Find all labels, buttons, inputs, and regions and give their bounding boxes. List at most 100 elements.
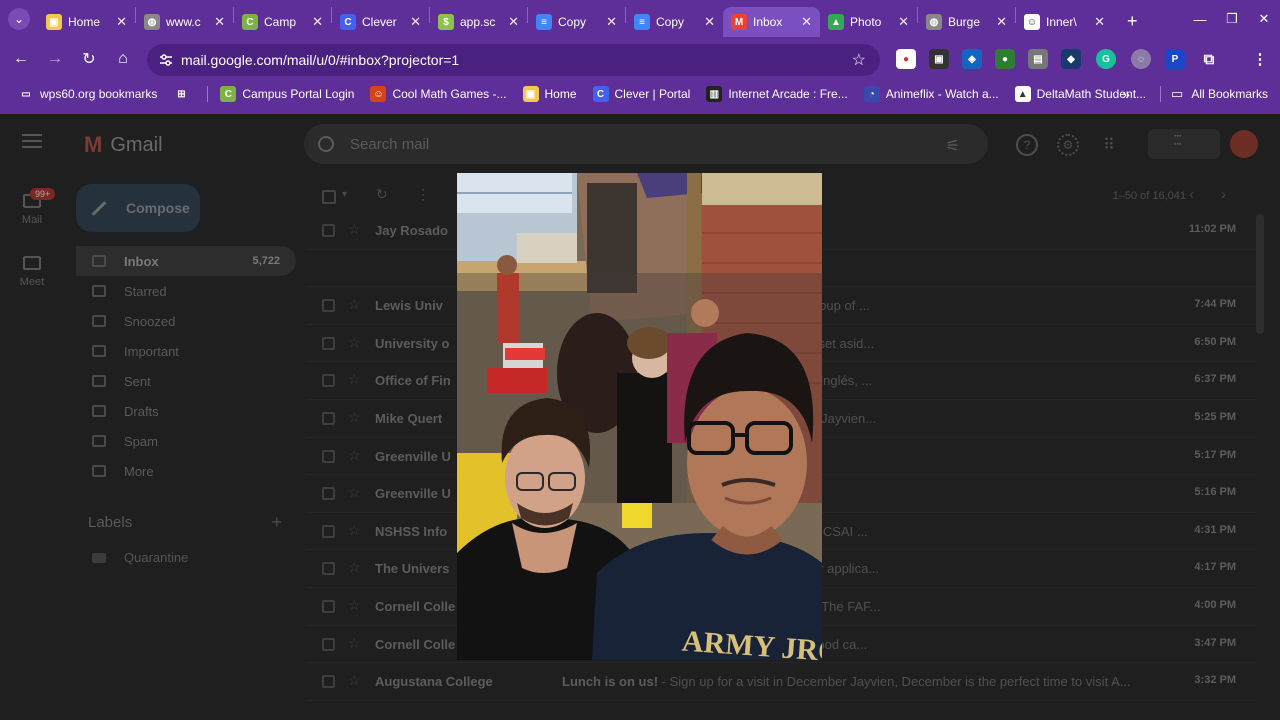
row-checkbox[interactable]: [322, 562, 335, 576]
tab-search-button[interactable]: ⌄: [8, 8, 30, 30]
row-checkbox[interactable]: [322, 299, 335, 313]
close-tab-icon[interactable]: ✕: [1094, 14, 1105, 30]
bookmark-7[interactable]: ◔ Animeflix - Watch a...: [856, 82, 1007, 106]
close-window-button[interactable]: ✕: [1248, 11, 1280, 27]
star-icon[interactable]: ☆: [348, 559, 361, 576]
star-icon[interactable]: ☆: [348, 334, 361, 351]
main-menu-icon[interactable]: [22, 134, 42, 148]
label-quarantine[interactable]: Quarantine: [92, 550, 188, 565]
restore-button[interactable]: ❐: [1216, 11, 1248, 27]
nav-item-important[interactable]: Important: [76, 336, 296, 366]
extension-icon-1[interactable]: ●: [896, 49, 916, 69]
close-tab-icon[interactable]: ✕: [116, 14, 127, 30]
select-all-checkbox[interactable]: [322, 190, 336, 204]
tab-9[interactable]: ◍ Burge ✕: [918, 7, 1015, 37]
star-icon[interactable]: ☆: [348, 635, 361, 652]
bookmarks-overflow-button[interactable]: »: [1122, 86, 1130, 102]
home-button[interactable]: ⌂: [106, 50, 140, 68]
bookmark-4[interactable]: ▣ Home: [515, 82, 585, 106]
tab-3[interactable]: C Clever ✕: [332, 7, 429, 37]
bookmark-3[interactable]: ☺ Cool Math Games -...: [362, 82, 514, 106]
star-icon[interactable]: ☆: [348, 447, 361, 464]
tab-5[interactable]: ≡ Copy ✕: [528, 7, 625, 37]
minimize-button[interactable]: —: [1184, 12, 1216, 27]
nav-item-drafts[interactable]: Drafts: [76, 396, 296, 426]
close-tab-icon[interactable]: ✕: [996, 14, 1007, 30]
list-scrollbar[interactable]: [1256, 214, 1264, 334]
close-tab-icon[interactable]: ✕: [801, 14, 812, 30]
tab-1[interactable]: ◍ www.c ✕: [136, 7, 233, 37]
row-checkbox[interactable]: [322, 487, 335, 501]
extension-icon-4[interactable]: ●: [995, 49, 1015, 69]
row-checkbox[interactable]: [322, 524, 335, 538]
star-icon[interactable]: ☆: [348, 409, 361, 426]
nav-item-more[interactable]: More: [76, 456, 296, 486]
bookmark-2[interactable]: C Campus Portal Login: [212, 82, 362, 106]
extension-icon-6[interactable]: ◆: [1061, 49, 1081, 69]
search-mail-box[interactable]: Search mail ⚟: [304, 124, 988, 164]
search-icon[interactable]: [318, 136, 334, 152]
nav-item-sent[interactable]: Sent: [76, 366, 296, 396]
bookmark-6[interactable]: ▥ Internet Arcade : Fre...: [698, 82, 855, 106]
more-actions-icon[interactable]: ⋮: [416, 186, 430, 203]
prev-page-icon[interactable]: ‹: [1189, 186, 1194, 203]
address-bar[interactable]: mail.google.com/mail/u/0/#inbox?projecto…: [147, 44, 880, 76]
site-info-icon[interactable]: [159, 53, 173, 67]
tab-4[interactable]: $ app.sc ✕: [430, 7, 527, 37]
rail-mail[interactable]: 99+ Mail: [0, 188, 64, 226]
forward-button[interactable]: →: [38, 50, 72, 68]
row-checkbox[interactable]: [322, 637, 335, 651]
tab-10[interactable]: ☺ Inner\ ✕: [1016, 7, 1113, 37]
support-icon[interactable]: ?: [1016, 134, 1038, 156]
tab-7[interactable]: M Inbox ✕: [723, 7, 820, 37]
close-tab-icon[interactable]: ✕: [606, 14, 617, 30]
reload-button[interactable]: ↻: [72, 49, 106, 69]
settings-gear-icon[interactable]: ⚙: [1057, 134, 1079, 156]
extension-icon-2[interactable]: ▣: [929, 49, 949, 69]
star-icon[interactable]: ☆: [348, 484, 361, 501]
star-icon[interactable]: ☆: [348, 522, 361, 539]
star-icon[interactable]: ☆: [348, 597, 361, 614]
extension-icon-8[interactable]: ◌: [1131, 49, 1151, 69]
extensions-puzzle-icon[interactable]: ⧉: [1199, 49, 1219, 69]
add-label-icon[interactable]: +: [271, 512, 282, 533]
browser-menu-icon[interactable]: ⋮: [1250, 49, 1270, 69]
refresh-icon[interactable]: ↻: [376, 186, 388, 203]
apps-grid-icon[interactable]: ⠿: [1098, 134, 1120, 156]
all-bookmarks-button[interactable]: All Bookmarks: [1191, 87, 1268, 101]
close-tab-icon[interactable]: ✕: [898, 14, 909, 30]
row-checkbox[interactable]: [322, 411, 335, 425]
close-tab-icon[interactable]: ✕: [312, 14, 323, 30]
bookmark-5[interactable]: C Clever | Portal: [585, 82, 699, 106]
bookmark-star-icon[interactable]: ☆: [852, 50, 866, 70]
nav-item-inbox[interactable]: Inbox 5,722: [76, 246, 296, 276]
shield-extension-icon[interactable]: ◈: [962, 49, 982, 69]
row-checkbox[interactable]: [322, 374, 335, 388]
star-icon[interactable]: ☆: [348, 672, 361, 689]
close-tab-icon[interactable]: ✕: [214, 14, 225, 30]
extension-icon-5[interactable]: ▤: [1028, 49, 1048, 69]
row-checkbox[interactable]: [322, 599, 335, 613]
bookmark-1[interactable]: ⊞: [165, 82, 203, 106]
close-tab-icon[interactable]: ✕: [508, 14, 519, 30]
nav-item-spam[interactable]: Spam: [76, 426, 296, 456]
tab-6[interactable]: ≡ Copy ✕: [626, 7, 723, 37]
row-checkbox[interactable]: [322, 336, 335, 350]
row-checkbox[interactable]: [322, 675, 335, 689]
extension-icon-9[interactable]: P: [1165, 49, 1185, 69]
search-options-icon[interactable]: ⚟: [946, 136, 960, 156]
close-tab-icon[interactable]: ✕: [704, 14, 715, 30]
account-avatar[interactable]: [1230, 130, 1258, 158]
tab-8[interactable]: ▲ Photo ✕: [820, 7, 917, 37]
compose-button[interactable]: Compose: [76, 184, 200, 232]
gmail-logo[interactable]: M Gmail: [84, 132, 163, 158]
close-tab-icon[interactable]: ✕: [410, 14, 421, 30]
bookmark-0[interactable]: ▭ wps60.org bookmarks: [10, 82, 165, 106]
nav-item-starred[interactable]: Starred: [76, 276, 296, 306]
star-icon[interactable]: ☆: [348, 221, 361, 238]
rail-meet[interactable]: Meet: [0, 256, 64, 288]
row-checkbox[interactable]: [322, 224, 335, 237]
attachment-photo-preview[interactable]: ARMY JROTC: [457, 173, 822, 660]
select-dropdown-icon[interactable]: ▾: [342, 189, 347, 200]
nav-item-snoozed[interactable]: Snoozed: [76, 306, 296, 336]
